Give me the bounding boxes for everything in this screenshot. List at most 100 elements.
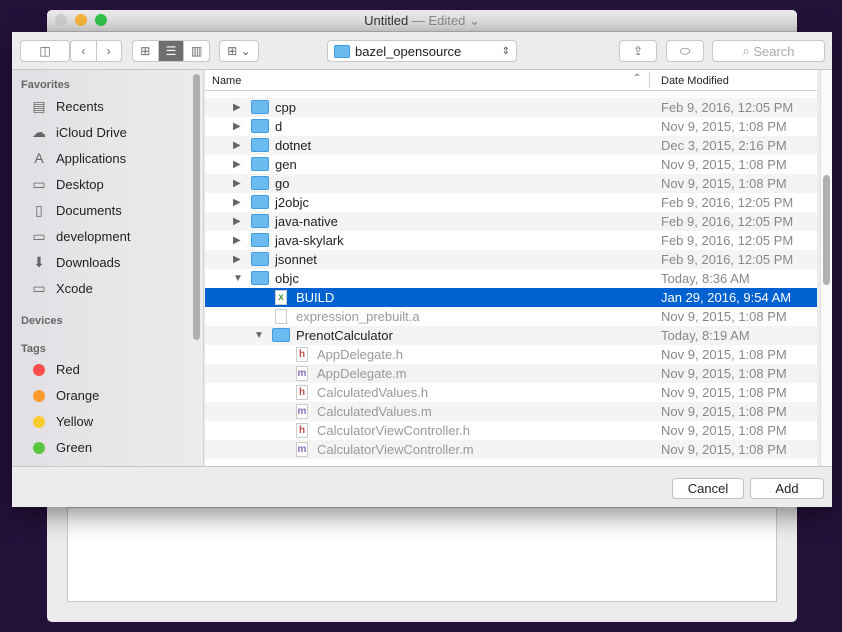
disclosure-closed-icon[interactable]: ▶: [233, 121, 243, 132]
name-column-header[interactable]: Name: [212, 75, 241, 87]
m-file-icon: m: [296, 442, 308, 457]
sidebar-item-label: development: [56, 229, 131, 244]
updown-chevron-icon: ⇕: [501, 45, 510, 57]
sidebar: Favorites Devices Tags ▤ Recents ☁ iCloud D…: [12, 70, 204, 466]
file-name: d: [275, 119, 283, 134]
arrange-button[interactable]: ⊞ ⌄: [219, 40, 259, 62]
file-name: jsonnet: [275, 252, 317, 267]
open-dialog: ◫ ‹ › ⊞ ☰ ▥ ⊞ ⌄ bazel_opensource ⇕ ⇪ ⬭ ⌕ Se…: [12, 32, 832, 507]
document-body[interactable]: [67, 507, 777, 602]
sidebar-item-recents[interactable]: ▤ Recents: [30, 98, 103, 115]
tag-green[interactable]: Green: [30, 440, 92, 455]
file-row[interactable]: m AppDelegate.m Nov 9, 2015, 1:08 PM: [205, 364, 817, 383]
sidebar-toggle-button[interactable]: ◫: [20, 40, 70, 62]
sidebar-item-label: Downloads: [56, 255, 121, 270]
sidebar-item-icloud-drive[interactable]: ☁ iCloud Drive: [30, 124, 127, 141]
folder-icon: [251, 100, 269, 114]
disclosure-open-icon[interactable]: ▼: [233, 273, 243, 284]
disclosure-closed-icon[interactable]: ▶: [233, 254, 243, 265]
file-name: CalculatedValues.m: [317, 404, 432, 419]
file-row[interactable]: ▶ java-skylark Feb 9, 2016, 12:05 PM: [205, 231, 817, 250]
file-row[interactable]: x BUILD Jan 29, 2016, 9:54 AM: [205, 288, 817, 307]
file-row[interactable]: ▼ PrenotCalculator Today, 8:19 AM: [205, 326, 817, 345]
folder-icon: ▭: [32, 228, 46, 244]
m-file-icon: m: [296, 404, 308, 419]
file-name: j2objc: [275, 195, 309, 210]
back-button[interactable]: ‹: [71, 41, 97, 61]
m-file-icon: m: [296, 366, 308, 381]
file-row[interactable]: ▶ cpp Feb 9, 2016, 12:05 PM: [205, 98, 817, 117]
share-button[interactable]: ⇪: [619, 40, 657, 62]
vertical-scrollbar[interactable]: [820, 70, 832, 466]
favorites-header: Favorites: [21, 79, 70, 91]
file-date: Dec 3, 2015, 2:16 PM: [661, 138, 787, 153]
file-row[interactable]: ▶ gen Nov 9, 2015, 1:08 PM: [205, 155, 817, 174]
zoom-button[interactable]: [95, 14, 107, 26]
file-row[interactable]: ▶ go Nov 9, 2015, 1:08 PM: [205, 174, 817, 193]
share-icon: ⇪: [632, 44, 644, 58]
file-date: Feb 9, 2016, 12:05 PM: [661, 100, 794, 115]
sidebar-item-downloads[interactable]: ⬇ Downloads: [30, 254, 120, 271]
file-name: cpp: [275, 100, 296, 115]
window-title[interactable]: Untitled — Edited ⌄: [47, 10, 797, 32]
file-date: Nov 9, 2015, 1:08 PM: [661, 385, 787, 400]
build-file-icon: x: [275, 290, 287, 305]
file-row[interactable]: h CalculatorViewController.h Nov 9, 2015, …: [205, 421, 817, 440]
tag-red[interactable]: Red: [30, 362, 80, 377]
tag-color-dot-icon: [33, 389, 45, 402]
cancel-button[interactable]: Cancel: [672, 478, 744, 499]
file-name: expression_prebuilt.a: [296, 309, 420, 324]
folder-icon: [251, 176, 269, 190]
search-field[interactable]: ⌕ Search: [712, 40, 825, 62]
forward-button[interactable]: ›: [97, 41, 122, 61]
scroll-thumb[interactable]: [823, 175, 830, 285]
file-name: AppDelegate.m: [317, 366, 407, 381]
file-row[interactable]: ▼ objc Today, 8:36 AM: [205, 269, 817, 288]
list-view-button[interactable]: ☰: [158, 41, 185, 61]
sidebar-item-desktop[interactable]: ▭ Desktop: [30, 176, 103, 193]
location-popup[interactable]: bazel_opensource ⇕: [327, 40, 517, 62]
file-date: Nov 9, 2015, 1:08 PM: [661, 119, 787, 134]
disclosure-closed-icon[interactable]: ▶: [233, 102, 243, 113]
close-button[interactable]: [55, 14, 67, 26]
tag-color-dot-icon: [33, 441, 45, 454]
column-view-button[interactable]: ▥: [184, 41, 209, 61]
file-list: Name ⌃ Date Modified ▶ cpp Feb 9, 2016, 12…: [205, 70, 817, 466]
disclosure-closed-icon[interactable]: ▶: [233, 197, 243, 208]
file-date: Nov 9, 2015, 1:08 PM: [661, 157, 787, 172]
disclosure-closed-icon[interactable]: ▶: [233, 178, 243, 189]
file-row[interactable]: h CalculatedValues.h Nov 9, 2015, 1:08 PM: [205, 383, 817, 402]
file-row[interactable]: m CalculatedValues.m Nov 9, 2015, 1:08 PM: [205, 402, 817, 421]
tag-yellow[interactable]: Yellow: [30, 414, 93, 429]
file-row[interactable]: ▶ j2objc Feb 9, 2016, 12:05 PM: [205, 193, 817, 212]
disclosure-closed-icon[interactable]: ▶: [233, 159, 243, 170]
file-name: go: [275, 176, 290, 191]
tag-orange[interactable]: Orange: [30, 388, 99, 403]
file-row[interactable]: ▶ java-native Feb 9, 2016, 12:05 PM: [205, 212, 817, 231]
file-row[interactable]: ▶ jsonnet Feb 9, 2016, 12:05 PM: [205, 250, 817, 269]
minimize-button[interactable]: [75, 14, 87, 26]
file-row[interactable]: m CalculatorViewController.m Nov 9, 2015, …: [205, 440, 817, 459]
sidebar-item-applications[interactable]: A Applications: [30, 150, 126, 166]
file-row[interactable]: ▶ d Nov 9, 2015, 1:08 PM: [205, 117, 817, 136]
file-date: Jan 29, 2016, 9:54 AM: [661, 290, 792, 305]
sidebar-scrollbar[interactable]: [193, 74, 200, 340]
documents-icon: ▯: [35, 202, 43, 218]
icon-view-button[interactable]: ⊞: [133, 41, 159, 61]
disclosure-closed-icon[interactable]: ▶: [233, 140, 243, 151]
add-button[interactable]: Add: [750, 478, 824, 499]
folder-icon: [272, 328, 290, 342]
file-row[interactable]: h AppDelegate.h Nov 9, 2015, 1:08 PM: [205, 345, 817, 364]
file-row[interactable]: ▶ dotnet Dec 3, 2015, 2:16 PM: [205, 136, 817, 155]
date-column-header[interactable]: Date Modified: [661, 75, 729, 87]
sidebar-item-development[interactable]: ▭ development: [30, 228, 130, 245]
tag-button[interactable]: ⬭: [666, 40, 704, 62]
disclosure-closed-icon[interactable]: ▶: [233, 216, 243, 227]
disclosure-closed-icon[interactable]: ▶: [233, 235, 243, 246]
sidebar-item-xcode[interactable]: ▭ Xcode: [30, 280, 93, 297]
file-row[interactable]: expression_prebuilt.a Nov 9, 2015, 1:08 P…: [205, 307, 817, 326]
sidebar-item-documents[interactable]: ▯ Documents: [30, 202, 122, 219]
file-name: dotnet: [275, 138, 312, 153]
file-name: PrenotCalculator: [296, 328, 393, 343]
disclosure-open-icon[interactable]: ▼: [254, 330, 264, 341]
